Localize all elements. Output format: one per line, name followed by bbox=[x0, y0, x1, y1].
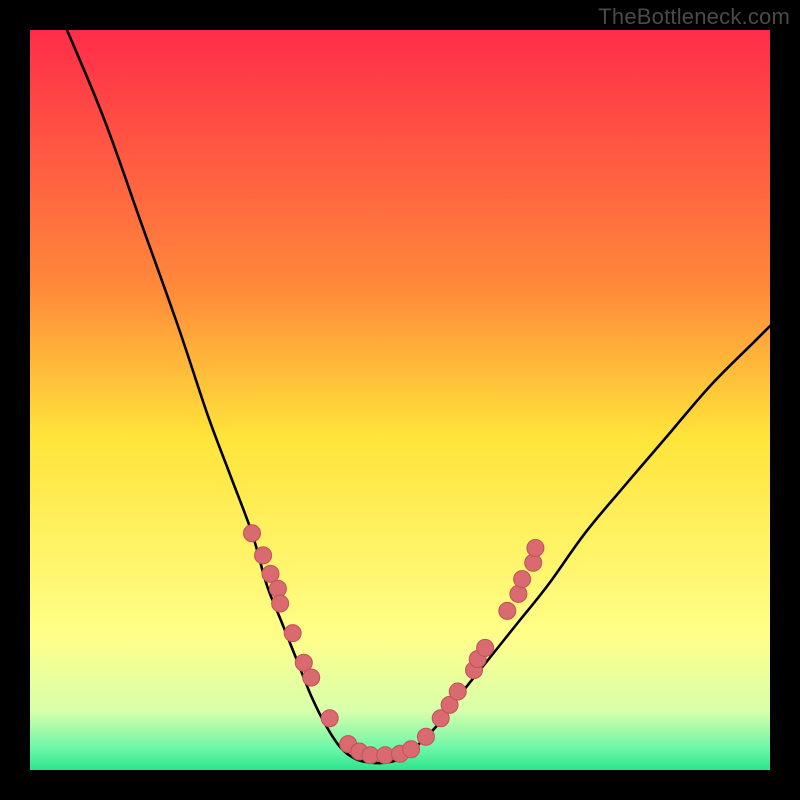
data-dot bbox=[525, 554, 542, 571]
data-dot bbox=[321, 710, 338, 727]
gradient-background bbox=[30, 30, 770, 770]
data-dot bbox=[303, 669, 320, 686]
data-dot bbox=[284, 625, 301, 642]
data-dot bbox=[244, 525, 261, 542]
chart-stage: TheBottleneck.com bbox=[0, 0, 800, 800]
data-dot bbox=[499, 602, 516, 619]
watermark-label: TheBottleneck.com bbox=[598, 4, 790, 30]
data-dot bbox=[417, 728, 434, 745]
bottleneck-curve-chart bbox=[30, 30, 770, 770]
data-dot bbox=[510, 585, 527, 602]
data-dot bbox=[527, 540, 544, 557]
data-dot bbox=[272, 595, 289, 612]
data-dot bbox=[514, 571, 531, 588]
data-dot bbox=[269, 580, 286, 597]
data-dot bbox=[403, 741, 420, 758]
data-dot bbox=[477, 639, 494, 656]
plot-area bbox=[30, 30, 770, 770]
data-dot bbox=[449, 683, 466, 700]
data-dot bbox=[255, 547, 272, 564]
